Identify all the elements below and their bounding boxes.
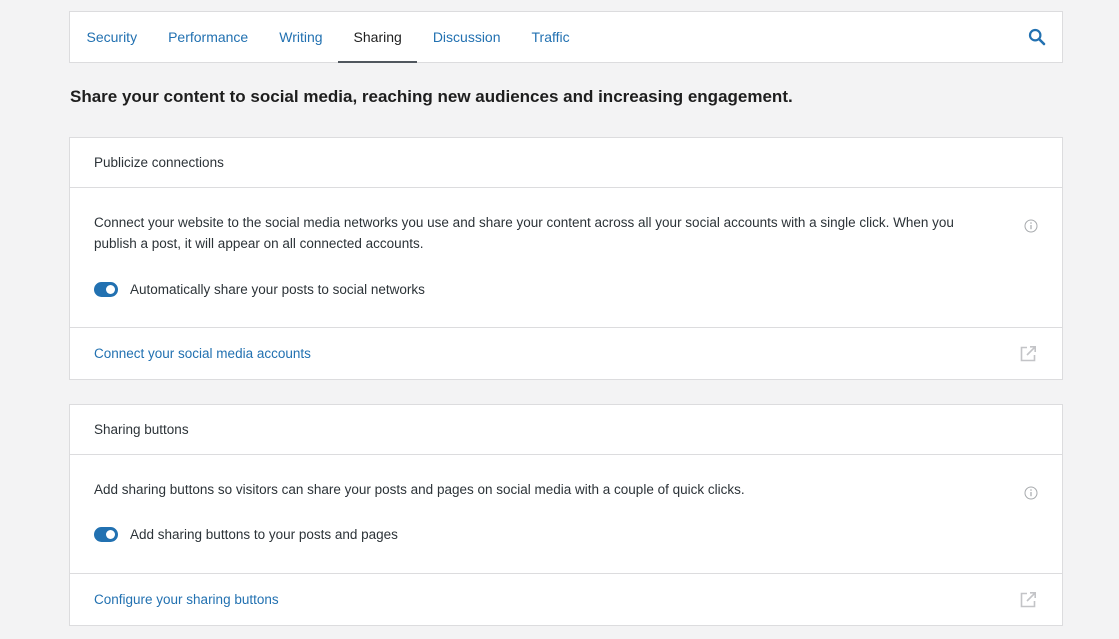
publicize-card: Publicize connections Connect your websi… bbox=[69, 137, 1063, 380]
sharing-buttons-card-title: Sharing buttons bbox=[70, 405, 1062, 455]
search-button[interactable] bbox=[1012, 12, 1062, 62]
tab-security[interactable]: Security bbox=[71, 12, 153, 62]
tab-sharing[interactable]: Sharing bbox=[338, 12, 417, 62]
sharing-buttons-toggle[interactable] bbox=[94, 527, 118, 542]
external-link-icon[interactable] bbox=[1018, 590, 1038, 610]
sharing-buttons-card: Sharing buttons Add sharing buttons so v… bbox=[69, 404, 1063, 626]
tab-discussion[interactable]: Discussion bbox=[417, 12, 516, 62]
info-icon[interactable] bbox=[1024, 219, 1038, 233]
sharing-buttons-toggle-row: Add sharing buttons to your posts and pa… bbox=[94, 527, 398, 542]
publicize-card-footer: Connect your social media accounts bbox=[70, 328, 1062, 379]
toggle-knob bbox=[106, 530, 115, 539]
connect-social-accounts-link[interactable]: Connect your social media accounts bbox=[94, 346, 311, 361]
tab-traffic[interactable]: Traffic bbox=[516, 12, 585, 62]
publicize-card-body: Connect your website to the social media… bbox=[70, 188, 1062, 328]
configure-sharing-buttons-link[interactable]: Configure your sharing buttons bbox=[94, 592, 279, 607]
search-icon bbox=[1028, 28, 1046, 46]
external-link-icon[interactable] bbox=[1018, 344, 1038, 364]
tab-performance[interactable]: Performance bbox=[153, 12, 264, 62]
auto-share-toggle-label: Automatically share your posts to social… bbox=[130, 282, 425, 297]
info-icon[interactable] bbox=[1024, 486, 1038, 500]
auto-share-toggle[interactable] bbox=[94, 282, 118, 297]
toggle-knob bbox=[106, 285, 115, 294]
sharing-buttons-card-footer: Configure your sharing buttons bbox=[70, 574, 1062, 625]
settings-tab-bar: Security Performance Writing Sharing Dis… bbox=[69, 11, 1063, 63]
publicize-card-title: Publicize connections bbox=[70, 138, 1062, 188]
sharing-buttons-card-body: Add sharing buttons so visitors can shar… bbox=[70, 455, 1062, 574]
tab-writing[interactable]: Writing bbox=[264, 12, 338, 62]
publicize-description: Connect your website to the social media… bbox=[94, 212, 992, 254]
sharing-buttons-description: Add sharing buttons so visitors can shar… bbox=[94, 479, 992, 500]
sharing-buttons-toggle-label: Add sharing buttons to your posts and pa… bbox=[130, 527, 398, 542]
tab-list: Security Performance Writing Sharing Dis… bbox=[70, 12, 585, 62]
auto-share-toggle-row: Automatically share your posts to social… bbox=[94, 282, 425, 297]
page-headline: Share your content to social media, reac… bbox=[70, 87, 793, 107]
